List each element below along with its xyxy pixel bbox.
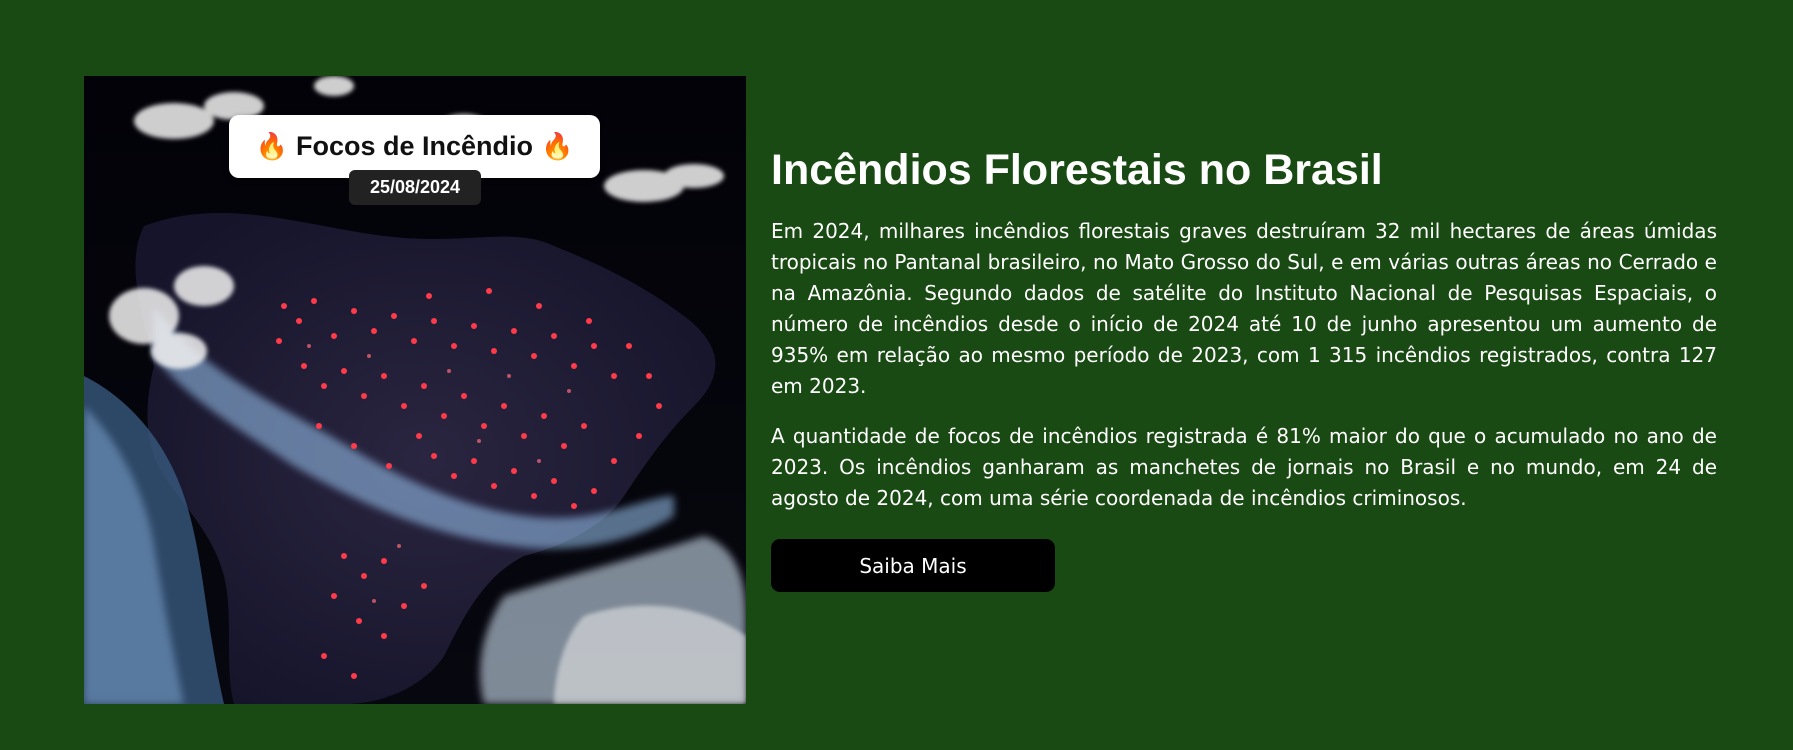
content-column: Incêndios Florestais no Brasil Em 2024, … — [771, 140, 1717, 514]
second-paragraph: A quantidade de focos de incêndios regis… — [771, 424, 1717, 510]
saiba-mais-button[interactable]: Saiba Mais — [771, 539, 1055, 592]
caption-title: Focos de Incêndio — [295, 131, 534, 161]
date-badge: 25/08/2024 — [349, 170, 481, 205]
page-title: Incêndios Florestais no Brasil — [771, 146, 1383, 194]
fire-icon: 🔥 — [541, 131, 574, 162]
fire-icon: 🔥 — [255, 131, 288, 162]
fires-section: 🔥 Focos de Incêndio 🔥 25/08/2024 Incêndi… — [0, 0, 1793, 750]
intro-paragraph: Em 2024, milhares incêndios florestais g… — [771, 219, 1717, 398]
image-caption-label: 🔥 Focos de Incêndio 🔥 — [229, 115, 600, 178]
